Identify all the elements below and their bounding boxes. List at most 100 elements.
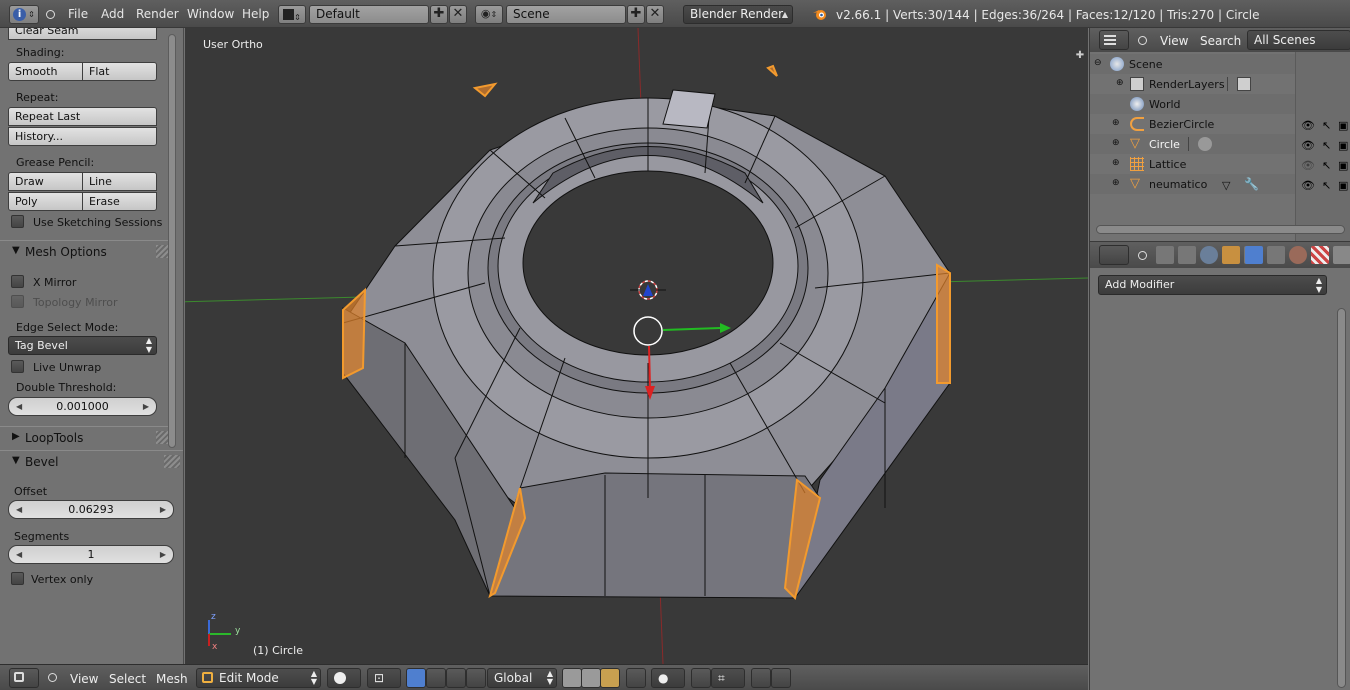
remove-screen-icon[interactable]: ✕ — [449, 5, 467, 24]
menu-window[interactable]: Window — [187, 7, 234, 21]
repeat-last-button[interactable]: Repeat Last — [8, 107, 157, 126]
vertex-only-checkbox[interactable] — [11, 572, 24, 585]
decrement-arrow-icon[interactable]: ◀ — [16, 501, 22, 518]
mode-dropdown[interactable]: Edit Mode ▲ ▼ — [196, 668, 321, 688]
menu-select[interactable]: Select — [109, 672, 146, 686]
texture-tab-icon[interactable] — [1311, 246, 1329, 264]
scene-icon[interactable]: ◉⇕ — [475, 5, 503, 24]
outliner-row-circle[interactable]: ⊕ ▽ Circle — [1090, 134, 1295, 154]
collapse-menu-icon[interactable] — [48, 673, 57, 682]
menu-mesh[interactable]: Mesh — [156, 672, 188, 686]
collapse-menu-icon[interactable] — [1138, 251, 1147, 260]
bevel-segments-field[interactable]: ◀ 1 ▶ — [8, 545, 174, 564]
material-tab-icon[interactable] — [1289, 246, 1307, 264]
outliner-row-lattice[interactable]: ⊕ Lattice — [1090, 154, 1295, 174]
visibility-eye-icon[interactable]: 👁 — [1301, 159, 1315, 172]
live-unwrap-checkbox[interactable] — [11, 360, 24, 373]
vertex-select-icon[interactable] — [562, 668, 582, 688]
pivot-point-dropdown[interactable]: ⊡ — [367, 668, 401, 688]
expand-icon[interactable]: ⊕ — [1112, 178, 1120, 188]
object-tab-icon[interactable] — [1222, 246, 1240, 264]
topology-mirror-checkbox[interactable] — [11, 295, 24, 308]
looptools-panel-header[interactable]: ▶ LoopTools — [0, 426, 176, 448]
manipulator-toggle-icon[interactable] — [406, 668, 426, 688]
face-select-icon[interactable] — [600, 668, 620, 688]
menu-file[interactable]: File — [68, 7, 88, 21]
decrement-arrow-icon[interactable]: ◀ — [16, 546, 22, 563]
scale-manipulator-icon[interactable] — [466, 668, 486, 688]
particles-tab-icon[interactable] — [1333, 246, 1350, 264]
increment-arrow-icon[interactable]: ▶ — [160, 501, 166, 518]
visibility-eye-icon[interactable]: 👁 — [1301, 179, 1315, 192]
increment-arrow-icon[interactable]: ▶ — [143, 398, 149, 415]
render-camera-icon[interactable]: ▣ — [1338, 139, 1350, 152]
outliner-row-world[interactable]: World — [1090, 94, 1295, 114]
expand-icon[interactable]: ⊕ — [1112, 118, 1120, 128]
flat-button[interactable]: Flat — [82, 62, 157, 81]
scene-tab-icon[interactable] — [1200, 246, 1218, 264]
selectable-cursor-icon[interactable]: ↖ — [1322, 159, 1334, 172]
history-button[interactable]: History... — [8, 127, 157, 146]
properties-scrollbar[interactable] — [1337, 308, 1346, 688]
smooth-button[interactable]: Smooth — [8, 62, 83, 81]
add-scene-icon[interactable]: ✚ — [627, 5, 645, 24]
screen-layout-field[interactable]: Default — [309, 5, 429, 24]
menu-render[interactable]: Render — [136, 7, 179, 21]
editor-type-properties-button[interactable] — [1099, 245, 1129, 265]
outliner-menu-search[interactable]: Search — [1200, 34, 1241, 48]
outliner-menu-view[interactable]: View — [1160, 34, 1188, 48]
expand-icon[interactable]: ⊕ — [1112, 158, 1120, 168]
render-tab-icon[interactable] — [1156, 246, 1174, 264]
menu-view[interactable]: View — [70, 672, 98, 686]
visibility-eye-icon[interactable]: 👁 — [1301, 139, 1315, 152]
snap-element-dropdown[interactable]: ⌗ — [711, 668, 745, 688]
render-camera-icon[interactable]: ▣ — [1338, 179, 1350, 192]
rotate-manipulator-icon[interactable] — [446, 668, 466, 688]
proportional-editing-dropdown[interactable]: ● — [651, 668, 685, 688]
render-engine-dropdown[interactable]: Blender Render▲▼ — [683, 5, 793, 36]
render-camera-icon[interactable]: ▣ — [1338, 159, 1350, 172]
outliner-row-scene[interactable]: ⊖ Scene — [1090, 54, 1295, 74]
collapse-menu-icon[interactable] — [46, 10, 55, 19]
increment-arrow-icon[interactable]: ▶ — [160, 546, 166, 563]
object-data-tab-icon[interactable] — [1267, 246, 1285, 264]
decrement-arrow-icon[interactable]: ◀ — [16, 398, 22, 415]
edge-select-mode-dropdown[interactable]: Tag Bevel ▲ ▼ — [8, 336, 157, 355]
3d-viewport[interactable]: User Ortho z y x (1) Circle ✚ — [185, 28, 1088, 664]
clear-seam-button[interactable]: Clear Seam — [8, 28, 157, 40]
modifiers-tab-icon[interactable] — [1245, 246, 1263, 264]
bevel-panel-header[interactable]: ▼ Bevel — [0, 450, 183, 472]
visibility-eye-icon[interactable]: 👁 — [1301, 119, 1315, 132]
collapse-menu-icon[interactable] — [1138, 36, 1147, 45]
outliner-row-neumatico[interactable]: ⊕ ▽ neumatico ▽ 🔧 — [1090, 174, 1295, 194]
transform-orientation-dropdown[interactable]: Global ▲ ▼ — [487, 668, 557, 688]
render-camera-icon[interactable]: ▣ — [1338, 119, 1350, 132]
add-screen-icon[interactable]: ✚ — [430, 5, 448, 24]
x-mirror-checkbox[interactable] — [11, 275, 24, 288]
snap-toggle-icon[interactable] — [691, 668, 711, 688]
remove-scene-icon[interactable]: ✕ — [646, 5, 664, 24]
add-modifier-dropdown[interactable]: Add Modifier ▲ ▼ — [1098, 275, 1327, 295]
screen-layout-icon[interactable]: ⇕ — [278, 5, 306, 24]
use-sketching-checkbox[interactable] — [11, 215, 24, 228]
scene-field[interactable]: Scene — [506, 5, 626, 24]
selectable-cursor-icon[interactable]: ↖ — [1322, 119, 1334, 132]
render-animation-icon[interactable] — [771, 668, 791, 688]
mesh-options-panel-header[interactable]: ▼ Mesh Options — [0, 240, 176, 262]
grease-line-button[interactable]: Line — [82, 172, 157, 191]
display-mode-dropdown[interactable]: All Scenes — [1247, 30, 1350, 50]
expand-icon[interactable]: ⊕ — [1116, 78, 1124, 88]
collapse-icon[interactable]: ⊖ — [1094, 58, 1102, 68]
editor-type-3dview-button[interactable] — [9, 668, 39, 688]
editor-type-outliner-button[interactable] — [1099, 30, 1129, 50]
render-image-icon[interactable] — [751, 668, 771, 688]
viewport-shading-dropdown[interactable] — [327, 668, 361, 688]
tool-shelf-scrollbar[interactable] — [168, 34, 176, 448]
outliner-horizontal-scrollbar[interactable] — [1096, 225, 1345, 234]
double-threshold-field[interactable]: ◀ 0.001000 ▶ — [8, 397, 157, 416]
grease-poly-button[interactable]: Poly — [8, 192, 83, 211]
grease-erase-button[interactable]: Erase — [82, 192, 157, 211]
edge-select-icon[interactable] — [581, 668, 601, 688]
selectable-cursor-icon[interactable]: ↖ — [1322, 139, 1334, 152]
menu-add[interactable]: Add — [101, 7, 124, 21]
